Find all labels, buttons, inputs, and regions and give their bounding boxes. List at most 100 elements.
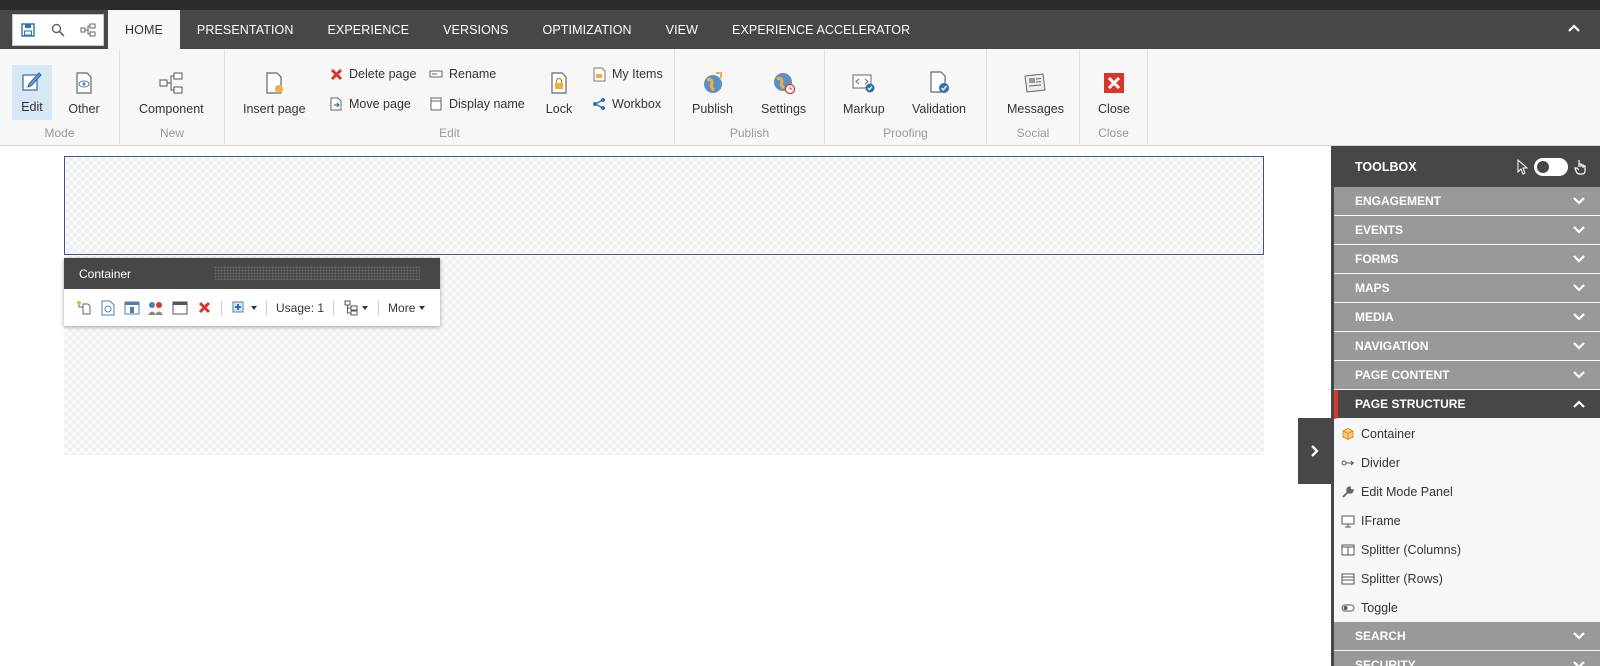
category-search[interactable]: SEARCH [1334,622,1600,651]
category-forms[interactable]: FORMS [1334,245,1600,274]
tab-optimization[interactable]: OPTIMIZATION [526,10,649,49]
publish-button[interactable]: Publish [692,67,733,116]
group-mode: Edit Other Mode [0,49,120,146]
more-dropdown[interactable]: More [384,301,429,315]
toolbox-item-label: IFrame [1361,513,1401,528]
toolbox-mode-toggle[interactable] [1516,158,1588,176]
display-name-button[interactable]: Display name [428,96,525,112]
component-label: Component [139,102,204,116]
lock-button[interactable]: Lock [543,67,575,116]
toolbox-item-iframe[interactable]: IFrame [1334,506,1600,535]
chevron-down-icon [1573,226,1585,234]
drag-handle[interactable] [214,266,420,280]
component-icon [155,67,187,99]
my-items-button[interactable]: My Items [591,66,663,82]
rename-button[interactable]: Rename [428,66,496,82]
toolbox-item-label: Edit Mode Panel [1361,484,1453,499]
toolbox-item-toggle[interactable]: Toggle [1334,593,1600,622]
other-button[interactable]: Other [68,67,100,116]
close-x-icon [1098,67,1130,99]
group-label-new: New [159,126,184,140]
toolbox-item-splitter-rows[interactable]: Splitter (Rows) [1334,564,1600,593]
collapse-ribbon-icon[interactable] [1566,20,1582,36]
tree-dropdown[interactable] [339,296,373,320]
insert-page-label: Insert page [243,102,306,116]
markup-button[interactable]: Markup [843,67,885,116]
rendering-icon[interactable] [120,296,144,320]
workbox-share-icon [591,96,607,112]
remove-icon[interactable] [192,296,216,320]
category-label: SECURITY [1355,658,1416,666]
tab-view[interactable]: VIEW [649,10,715,49]
category-media[interactable]: MEDIA [1334,303,1600,332]
tree-icon[interactable] [79,21,97,39]
my-items-icon [591,66,607,82]
move-page-icon [328,96,344,112]
delete-page-button[interactable]: Delete page [328,66,416,82]
category-label: PAGE CONTENT [1355,368,1450,382]
validation-button[interactable]: Validation [912,67,966,116]
group-label-close: Close [1098,126,1129,140]
quick-access-toolbar [12,14,104,46]
chrome-header[interactable]: Container [64,258,440,289]
move-page-label: Move page [349,97,411,111]
chevron-down-icon [419,305,426,310]
group-publish: Publish Settings Publish [675,49,825,146]
add-component-dropdown[interactable] [227,296,261,320]
ribbon: Edit Other Mode Component New Insert pag… [0,49,1600,146]
category-security[interactable]: SECURITY [1334,651,1600,666]
select-parent-icon[interactable] [72,296,96,320]
toggle-switch[interactable] [1534,158,1568,176]
delete-page-label: Delete page [349,67,417,81]
other-label: Other [68,102,100,116]
category-label: NAVIGATION [1355,339,1429,353]
window-icon[interactable] [168,296,192,320]
toolbox-item-container[interactable]: Container [1334,419,1600,448]
datasource-icon[interactable] [96,296,120,320]
toggle-toolbox-button[interactable] [1298,418,1332,484]
tab-experience-accelerator[interactable]: EXPERIENCE ACCELERATOR [715,10,927,49]
insert-page-button[interactable]: Insert page [243,67,306,116]
toolbox-title: TOOLBOX [1355,159,1417,174]
save-icon[interactable] [19,21,37,39]
chevron-down-icon [1573,342,1585,350]
chrome-title: Container [79,266,132,281]
tab-experience[interactable]: EXPERIENCE [311,10,427,49]
category-maps[interactable]: MAPS [1334,274,1600,303]
messages-button[interactable]: Messages [1007,67,1064,116]
display-name-icon [428,96,444,112]
chevron-down-icon [1573,284,1585,292]
toolbox-item-splitter-columns[interactable]: Splitter (Columns) [1334,535,1600,564]
component-button[interactable]: Component [139,67,204,116]
workbox-button[interactable]: Workbox [591,96,661,112]
tab-home[interactable]: HOME [108,10,180,49]
toolbox-item-edit-mode-panel[interactable]: Edit Mode Panel [1334,477,1600,506]
group-label-social: Social [1016,126,1050,140]
chevron-up-icon [1573,400,1585,408]
group-label-edit: Edit [439,126,460,140]
edit-button[interactable]: Edit [12,65,52,120]
personalize-icon[interactable] [144,296,168,320]
tab-presentation[interactable]: PRESENTATION [180,10,311,49]
more-label: More [388,300,416,315]
toolbox-item-divider[interactable]: Divider [1334,448,1600,477]
category-page-structure[interactable]: PAGE STRUCTURE [1334,390,1600,419]
ribbon-tabs: HOME PRESENTATION EXPERIENCE VERSIONS OP… [108,10,927,49]
monitor-icon [1340,513,1356,529]
publish-label: Publish [692,102,733,116]
search-icon[interactable] [49,21,67,39]
category-navigation[interactable]: NAVIGATION [1334,332,1600,361]
tab-versions[interactable]: VERSIONS [426,10,525,49]
move-page-button[interactable]: Move page [328,96,411,112]
page-structure-items: Container Divider Edit Mode Panel IFrame Spl… [1334,419,1600,622]
chevron-right-icon [1311,445,1319,457]
category-engagement[interactable]: ENGAGEMENT [1334,187,1600,216]
settings-button[interactable]: Settings [761,67,806,116]
usage-count[interactable]: Usage: 1 [272,301,328,315]
selected-placeholder[interactable] [64,156,1264,255]
category-page-content[interactable]: PAGE CONTENT [1334,361,1600,390]
category-events[interactable]: EVENTS [1334,216,1600,245]
separator [333,300,335,315]
close-button[interactable]: Close [1098,67,1130,116]
group-close: Close Close [1080,49,1148,146]
